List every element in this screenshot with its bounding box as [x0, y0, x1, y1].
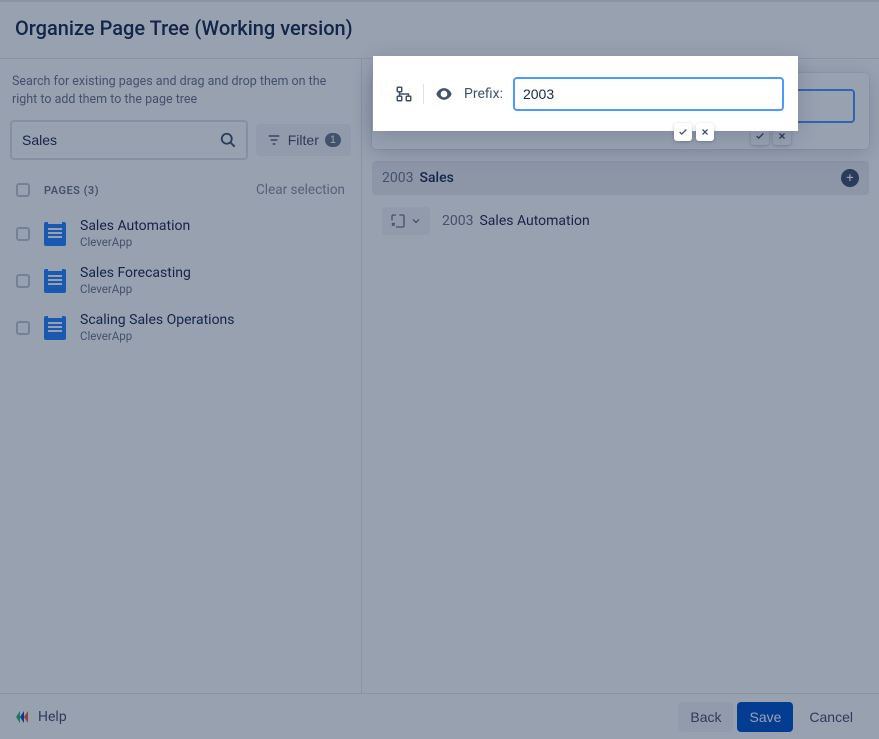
prefix-label: Prefix:	[463, 98, 502, 114]
right-panel: Prefix: 2003 Sales +	[362, 59, 879, 696]
page-item-title: Scaling Sales Operations	[80, 312, 235, 328]
cancel-button[interactable]: Cancel	[797, 702, 865, 732]
row-checkbox[interactable]	[16, 227, 30, 241]
footer: Help Back Save Cancel	[0, 693, 879, 739]
list-item[interactable]: Scaling Sales Operations CleverApp	[12, 304, 349, 351]
filter-count-badge: 1	[325, 133, 341, 147]
row-checkbox[interactable]	[16, 321, 30, 335]
tree-child-prefix: 2003	[442, 213, 473, 229]
filter-button[interactable]: Filter 1	[256, 124, 351, 156]
page-link-icon	[390, 213, 406, 229]
tree-root-name: Sales	[419, 170, 453, 186]
page-title: Organize Page Tree (Working version)	[15, 16, 864, 40]
tree-root-row[interactable]: 2003 Sales +	[372, 161, 869, 195]
page-item-space: CleverApp	[80, 329, 235, 343]
confirm-prefix-button[interactable]	[674, 123, 692, 141]
search-hint: Search for existing pages and drag and d…	[10, 73, 351, 120]
tree-child-row[interactable]: 2003 Sales Automation	[372, 207, 869, 235]
filter-icon	[266, 132, 282, 148]
pages-count-label: PAGES (3)	[44, 184, 99, 197]
cancel-prefix-button[interactable]	[773, 127, 791, 145]
search-icon	[218, 130, 238, 150]
page-item-title: Sales Automation	[80, 218, 190, 234]
search-input-wrapper[interactable]	[10, 120, 248, 160]
page-list: Sales Automation CleverApp Sales Forecas…	[10, 206, 351, 355]
eye-icon[interactable]	[433, 96, 453, 116]
page-icon	[44, 222, 66, 246]
list-item[interactable]: Sales Automation CleverApp	[12, 210, 349, 257]
clear-selection-link[interactable]: Clear selection	[256, 182, 345, 198]
left-panel: Search for existing pages and drag and d…	[0, 59, 362, 696]
page-item-title: Sales Forecasting	[80, 265, 191, 281]
tree-area: 2003 Sales + 2003 Sales Automation	[372, 161, 869, 235]
help-icon	[14, 709, 30, 725]
tree-icon	[394, 97, 412, 115]
chevron-down-icon[interactable]	[410, 215, 422, 227]
page-item-space: CleverApp	[80, 282, 191, 296]
page-icon	[44, 316, 66, 340]
page-item-space: CleverApp	[80, 235, 190, 249]
confirm-prefix-button[interactable]	[751, 127, 769, 145]
cancel-prefix-button[interactable]	[696, 123, 714, 141]
help-link[interactable]: Help	[14, 709, 67, 725]
select-all-checkbox[interactable]	[16, 183, 30, 197]
page-icon	[44, 269, 66, 293]
tree-root-prefix: 2003	[382, 170, 413, 186]
back-button[interactable]: Back	[678, 702, 733, 732]
prefix-input[interactable]	[513, 77, 784, 111]
row-checkbox[interactable]	[16, 274, 30, 288]
help-label: Help	[38, 709, 67, 725]
filter-label: Filter	[288, 132, 319, 148]
search-input[interactable]	[22, 132, 218, 148]
list-item[interactable]: Sales Forecasting CleverApp	[12, 257, 349, 304]
add-child-button[interactable]: +	[841, 169, 859, 187]
save-button[interactable]: Save	[737, 702, 793, 732]
tree-child-name: Sales Automation	[479, 213, 589, 229]
